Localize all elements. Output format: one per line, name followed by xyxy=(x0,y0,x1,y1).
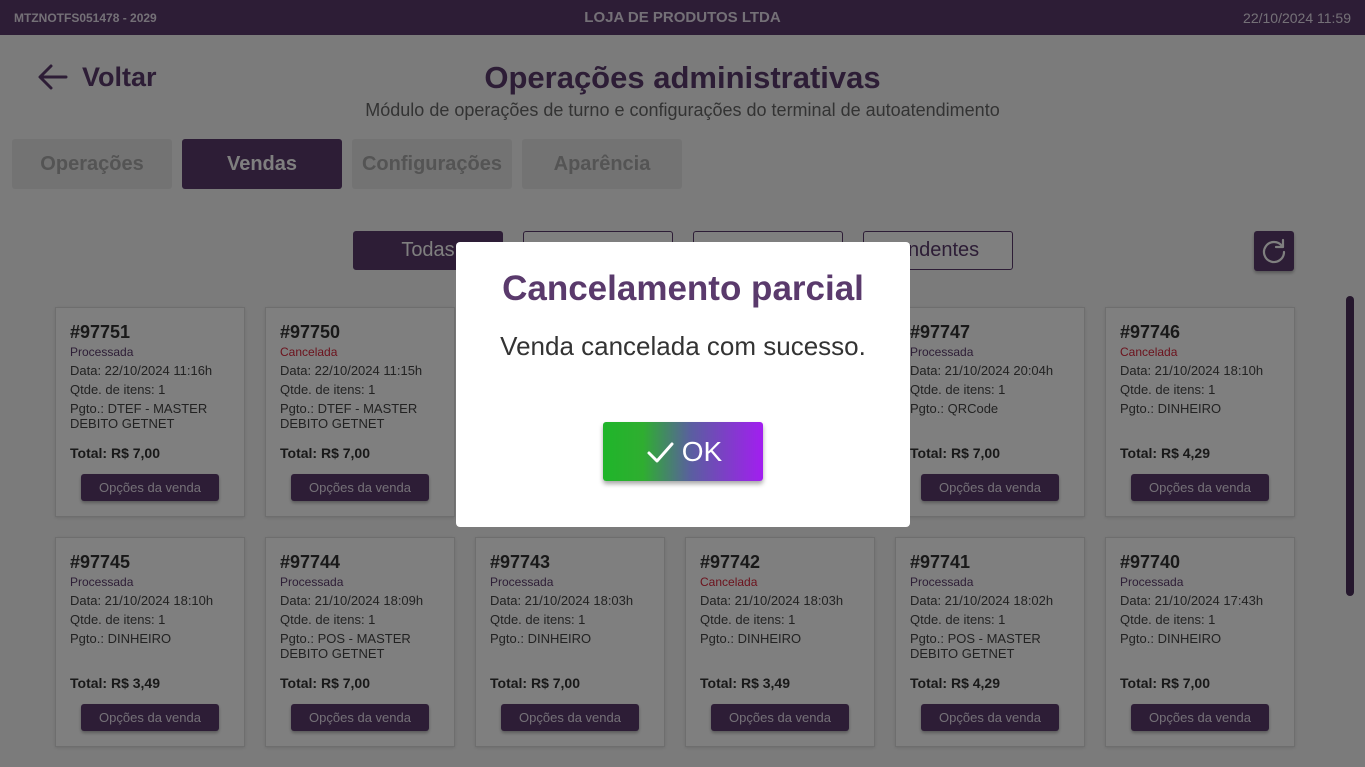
ok-button[interactable]: OK xyxy=(603,422,763,481)
dialog-title: Cancelamento parcial xyxy=(502,269,864,308)
ok-label: OK xyxy=(681,435,723,467)
partial-cancel-dialog: Cancelamento parcial Venda cancelada com… xyxy=(456,242,910,527)
dialog-message: Venda cancelada com sucesso. xyxy=(500,331,866,361)
check-icon xyxy=(647,442,674,462)
